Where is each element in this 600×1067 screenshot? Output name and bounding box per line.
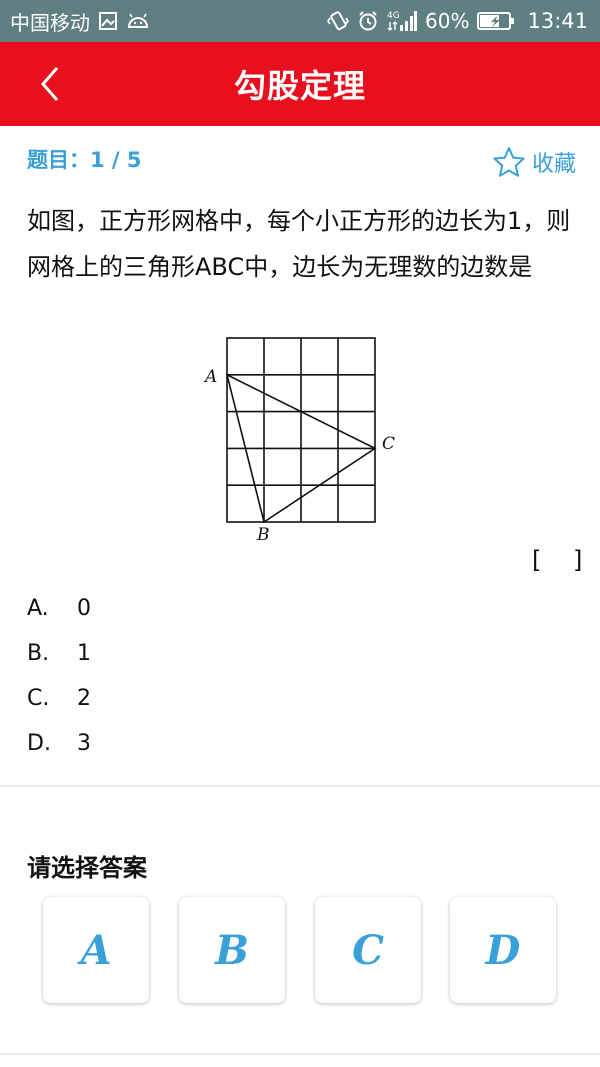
answer-bracket: [ ] — [532, 546, 595, 574]
option-value: 1 — [77, 641, 91, 666]
option-b: B. 1 — [27, 631, 567, 676]
status-bar: 中国移动 4G 60% 13:41 — [0, 0, 600, 42]
network-type-label: 4G — [387, 11, 400, 21]
grid-lines — [226, 337, 376, 523]
star-icon — [493, 147, 525, 177]
battery-percent: 60% — [425, 9, 470, 33]
alarm-icon — [357, 10, 379, 32]
answer-section-title: 请选择答案 — [27, 854, 147, 882]
option-letter: B. — [27, 641, 50, 666]
option-letter: C. — [27, 686, 50, 711]
vertex-label-a: A — [203, 367, 217, 387]
option-c: C. 2 — [27, 676, 567, 721]
back-button[interactable] — [22, 56, 78, 112]
image-icon — [98, 11, 118, 31]
favorite-label: 收藏 — [531, 152, 576, 177]
clock: 13:41 — [527, 9, 588, 33]
answer-button-d[interactable]: D — [450, 897, 556, 1003]
option-value: 0 — [77, 596, 91, 621]
question-text: 如图，正方形网格中，每个小正方形的边长为1，则网格上的三角形ABC中，边长为无理… — [27, 207, 571, 281]
answer-button-b[interactable]: B — [179, 897, 285, 1003]
bottom-divider — [0, 1053, 600, 1055]
question-number: 题目：1 / 5 — [27, 148, 142, 172]
option-d: D. 3 — [27, 721, 567, 766]
chevron-left-icon — [41, 67, 59, 101]
answer-button-row: A B C D — [43, 897, 558, 1003]
vertex-label-b: B — [256, 525, 270, 545]
option-a: A. 0 — [27, 586, 567, 631]
option-value: 3 — [77, 731, 91, 756]
answer-button-a[interactable]: A — [43, 897, 149, 1003]
app-header: 勾股定理 — [0, 42, 600, 126]
android-icon — [126, 12, 150, 30]
page-title: 勾股定理 — [233, 67, 366, 105]
favorite-button[interactable]: 收藏 — [492, 146, 576, 178]
status-left: 中国移动 — [10, 7, 150, 36]
answer-button-c[interactable]: C — [315, 897, 421, 1003]
signal-icon: 4G — [387, 9, 418, 33]
option-list: A. 0 B. 1 C. 2 D. 3 — [27, 586, 567, 766]
section-divider — [0, 785, 600, 787]
option-value: 2 — [77, 686, 91, 711]
battery-icon — [477, 11, 515, 31]
option-letter: A. — [27, 596, 49, 621]
vertex-label-c: C — [382, 434, 395, 454]
carrier-name: 中国移动 — [10, 10, 90, 35]
option-letter: D. — [27, 731, 51, 756]
grid-triangle-figure: A B C — [203, 337, 395, 545]
status-right: 4G 60% 13:41 — [327, 9, 588, 33]
vibrate-icon — [327, 10, 349, 32]
